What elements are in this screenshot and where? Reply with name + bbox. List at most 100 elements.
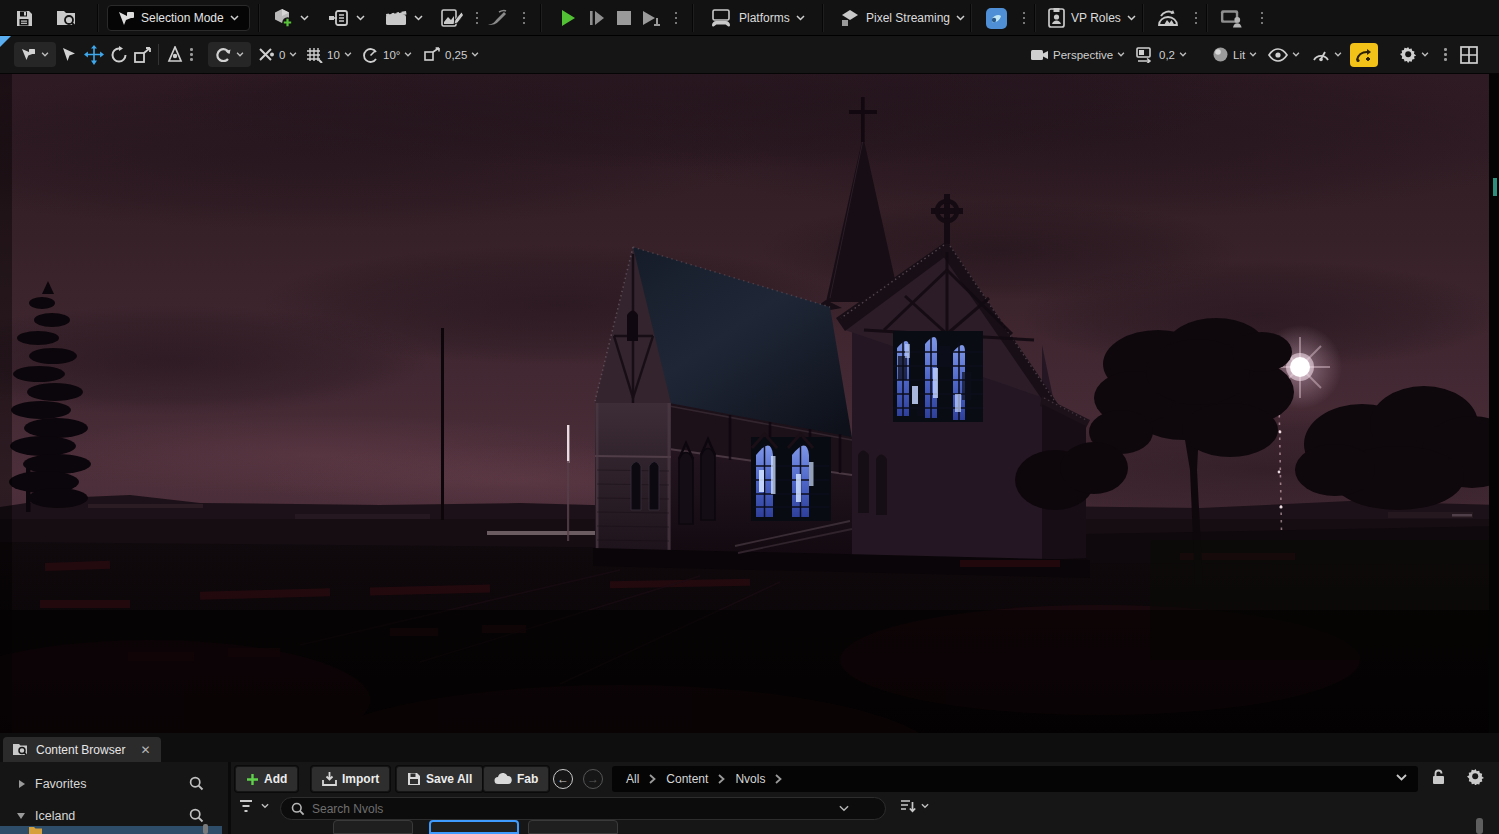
camera-speed-active-button[interactable] xyxy=(1350,43,1378,67)
sidebar-item-iceland[interactable]: Iceland xyxy=(0,802,228,829)
blueprint-icon xyxy=(328,8,350,28)
fab-button[interactable]: Fab xyxy=(483,766,549,792)
platforms-dropdown[interactable]: Platforms xyxy=(710,5,805,31)
scale-tool[interactable] xyxy=(134,42,152,67)
select-tool[interactable] xyxy=(62,42,75,67)
add-button[interactable]: Add xyxy=(235,766,298,792)
path-dropdown-icon[interactable] xyxy=(1396,774,1407,781)
stop-button[interactable] xyxy=(612,6,636,30)
switchboard-icon[interactable] xyxy=(984,6,1008,30)
viewport-active-corner xyxy=(0,36,11,47)
viewport-kebab-icon[interactable] xyxy=(1444,42,1447,67)
folder-icon xyxy=(28,826,43,834)
content-browser-tab-icon xyxy=(12,742,29,757)
asset-tile[interactable] xyxy=(333,820,413,834)
play-options-kebab-icon[interactable] xyxy=(664,6,688,30)
landscape-mode-icon[interactable] xyxy=(440,6,464,30)
search-save-chevron-icon[interactable] xyxy=(839,805,849,812)
transform-kebab-icon[interactable] xyxy=(190,42,193,67)
sort-chevron-icon[interactable] xyxy=(921,803,929,809)
forward-button[interactable]: → xyxy=(583,769,603,789)
sidebar-item-selected[interactable] xyxy=(0,826,222,834)
rotation-snap-control[interactable]: 10° xyxy=(362,42,412,67)
chevron-down-icon xyxy=(471,52,479,57)
breadcrumb-chevron-icon xyxy=(718,774,725,784)
vp-roles-dropdown[interactable]: VP Roles xyxy=(1048,5,1136,31)
snap-rotation-dropdown[interactable] xyxy=(208,42,251,67)
gear-icon xyxy=(1400,46,1417,63)
content-browser-panel: Content Browser ✕ Favorites Iceland xyxy=(0,733,1499,834)
foliage-kebab-icon[interactable] xyxy=(512,6,536,30)
sort-icon[interactable] xyxy=(899,798,917,815)
lit-sphere-icon xyxy=(1212,46,1229,63)
chevron-down-icon xyxy=(289,52,297,57)
content-scrollbar[interactable] xyxy=(1476,818,1483,834)
play-button[interactable] xyxy=(556,6,580,30)
selection-mode-icon xyxy=(118,11,135,26)
cinematics-dropdown[interactable] xyxy=(384,5,423,31)
stage-monitor-kebab-icon[interactable] xyxy=(1250,6,1274,30)
sidebar-item-favorites[interactable]: Favorites xyxy=(0,770,228,797)
breadcrumb-all[interactable]: All xyxy=(626,772,639,786)
eye-icon xyxy=(1268,48,1288,62)
screen-percentage-control[interactable]: 0,2 xyxy=(1136,42,1187,67)
save-icon[interactable] xyxy=(12,6,36,30)
view-mode-dropdown[interactable]: Lit xyxy=(1212,42,1257,67)
search-icon xyxy=(189,776,204,791)
actor-snap-control[interactable]: 0 xyxy=(258,42,297,67)
tab-close-icon[interactable]: ✕ xyxy=(140,743,150,757)
view-performance-dropdown[interactable] xyxy=(1312,42,1342,67)
content-browser-tab[interactable]: Content Browser ✕ xyxy=(3,737,161,762)
viewport-scene[interactable] xyxy=(0,74,1499,733)
quad-view-icon[interactable] xyxy=(1460,42,1478,67)
foliage-mode-icon[interactable] xyxy=(485,6,509,30)
viewport-transform-dropdown[interactable] xyxy=(14,42,56,67)
breadcrumb-nvols[interactable]: Nvols xyxy=(735,772,765,786)
env-capture-kebab-icon[interactable] xyxy=(1184,6,1208,30)
content-browser-shortcut-icon[interactable] xyxy=(55,6,79,30)
breadcrumb[interactable]: All Content Nvols xyxy=(612,766,1418,792)
breadcrumb-content[interactable]: Content xyxy=(666,772,708,786)
viewport-right-scrollbar[interactable] xyxy=(1489,74,1499,733)
lock-icon[interactable] xyxy=(1430,768,1447,789)
vp-roles-badge-icon xyxy=(1048,8,1065,28)
frame-skip-button[interactable] xyxy=(585,6,609,30)
filter-icon[interactable] xyxy=(239,799,256,814)
stage-monitor-icon[interactable] xyxy=(1220,6,1244,30)
move-tool[interactable] xyxy=(84,42,104,67)
sidebar-scrollbar[interactable] xyxy=(203,824,208,834)
asset-tile[interactable] xyxy=(528,820,618,834)
import-button[interactable]: Import xyxy=(311,766,390,792)
chevron-down-icon xyxy=(230,15,239,21)
search-icon xyxy=(189,808,204,823)
pixel-streaming-icon xyxy=(840,9,860,27)
viewport-settings-dropdown[interactable] xyxy=(1400,42,1429,67)
back-button[interactable]: ← xyxy=(553,769,573,789)
platforms-icon xyxy=(710,9,733,27)
chevron-down-icon xyxy=(1249,52,1257,57)
perspective-dropdown[interactable]: Perspective xyxy=(1030,42,1125,67)
launch-button[interactable] xyxy=(639,6,663,30)
chevron-down-icon xyxy=(796,15,805,21)
settings-gear-icon[interactable] xyxy=(1467,768,1484,789)
search-input[interactable] xyxy=(312,802,832,816)
chevron-down-icon xyxy=(1127,15,1136,21)
rotate-tool[interactable] xyxy=(110,42,128,67)
filter-chevron-icon[interactable] xyxy=(261,803,269,809)
search-box[interactable] xyxy=(280,797,886,820)
save-all-button[interactable]: Save All xyxy=(396,766,483,792)
asset-tile-selected[interactable] xyxy=(429,820,519,834)
switchboard-kebab-icon[interactable] xyxy=(1012,6,1036,30)
world-local-toggle[interactable] xyxy=(166,42,184,67)
viewport-toolbar: 0 10 10° 0,25 Perspective 0,2 xyxy=(0,36,1499,74)
blueprints-dropdown[interactable] xyxy=(328,5,365,31)
selection-mode-dropdown[interactable]: Selection Mode xyxy=(107,5,250,31)
pixel-streaming-dropdown[interactable]: Pixel Streaming xyxy=(840,5,965,31)
grid-snap-control[interactable]: 10 xyxy=(306,42,352,67)
scale-snap-control[interactable]: 0,25 xyxy=(424,42,479,67)
env-capture-icon[interactable] xyxy=(1156,6,1180,30)
scale-snap-icon xyxy=(424,47,441,62)
chevron-down-icon xyxy=(1179,52,1187,57)
show-flags-dropdown[interactable] xyxy=(1268,42,1300,67)
add-actor-dropdown[interactable] xyxy=(272,5,309,31)
